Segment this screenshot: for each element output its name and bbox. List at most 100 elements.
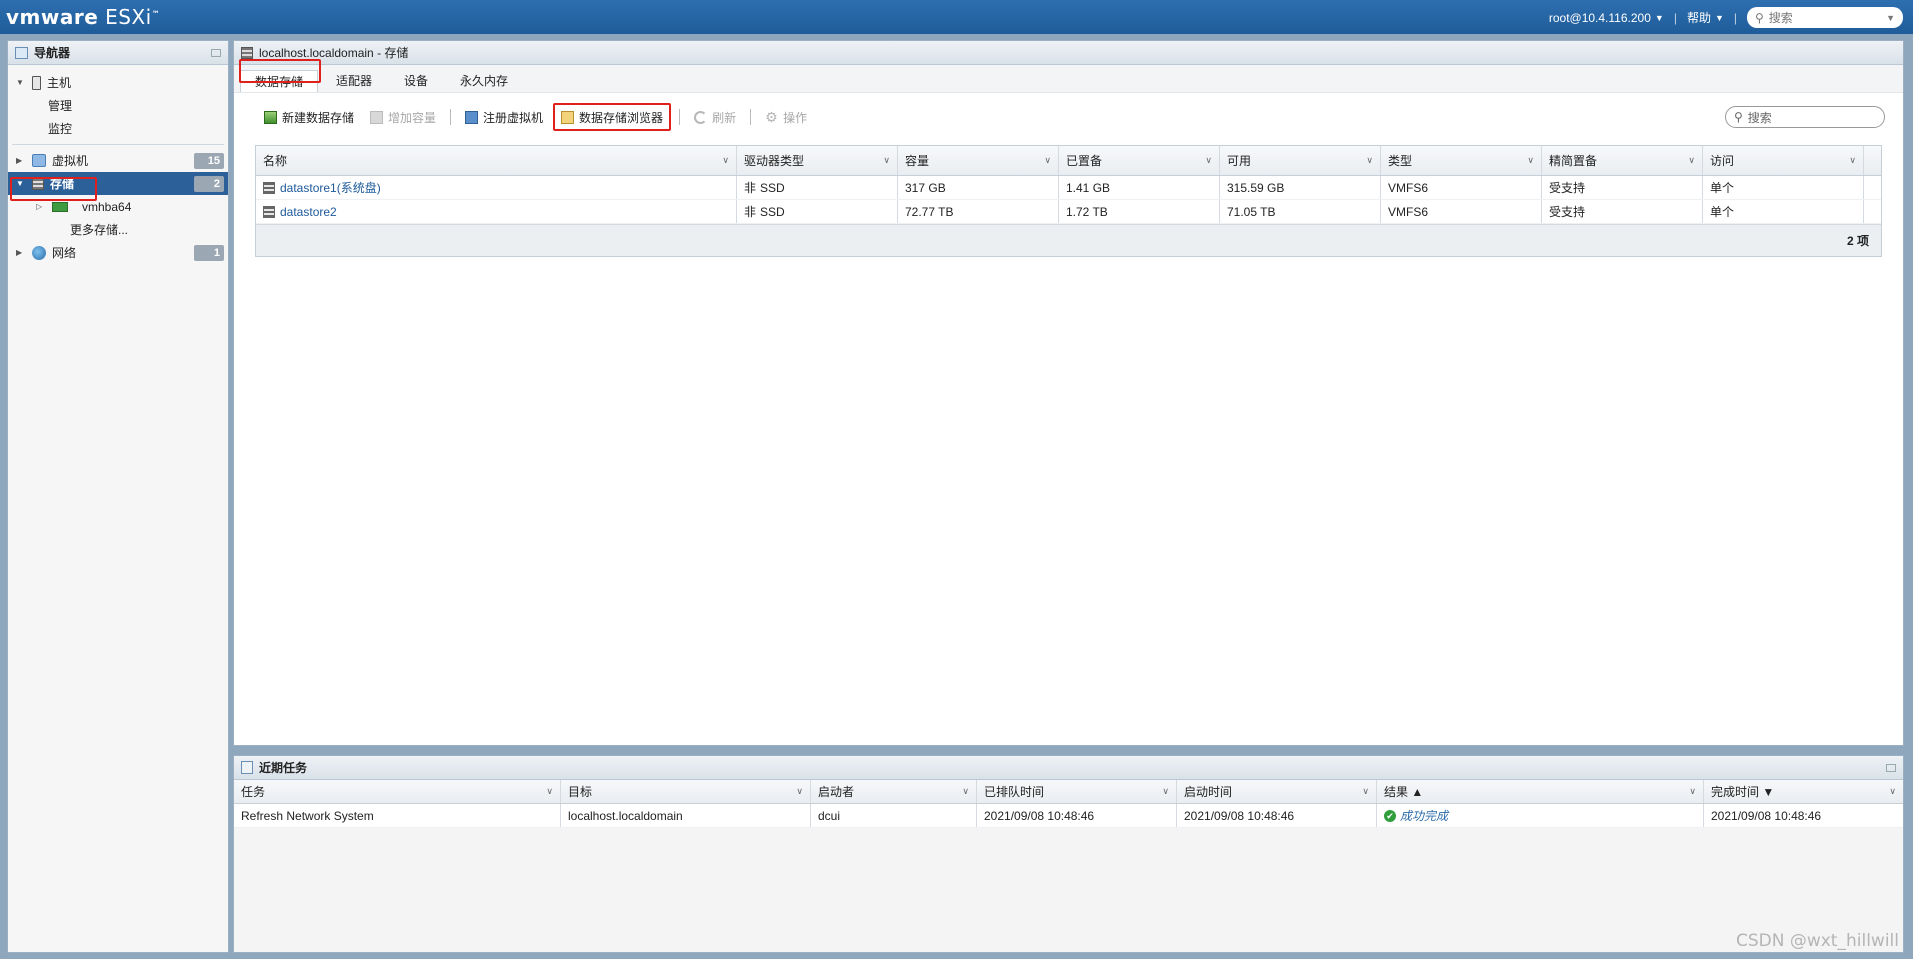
user-menu[interactable]: root@10.4.116.200 ▼ — [1549, 11, 1664, 25]
provisioned-cell: 1.72 TB — [1059, 200, 1220, 223]
collapsed-arrow-icon[interactable]: ▶ — [16, 248, 26, 257]
datastore-name-cell[interactable]: datastore1(系统盘) — [256, 176, 737, 199]
actions-button[interactable]: ⚙ 操作 — [759, 106, 813, 128]
new-datastore-button[interactable]: 新建数据存储 — [258, 106, 360, 128]
column-header-initiator[interactable]: 启动者 ∨ — [811, 780, 977, 803]
datastore-search-input[interactable]: ⚲ 搜索 — [1725, 106, 1885, 128]
divider — [12, 144, 224, 145]
chevron-down-icon[interactable]: ∨ — [1044, 155, 1051, 166]
refresh-icon — [694, 110, 708, 124]
access-cell: 单个 — [1703, 176, 1864, 199]
collapse-panel-icon[interactable] — [211, 48, 221, 57]
adapter-icon — [52, 201, 68, 212]
expanded-arrow-icon[interactable]: ▼ — [16, 179, 26, 188]
column-header-free[interactable]: 可用 ∨ — [1220, 146, 1381, 175]
chevron-down-icon[interactable]: ∨ — [722, 155, 729, 166]
chevron-down-icon[interactable]: ∨ — [1688, 155, 1695, 166]
watermark: CSDN @wxt_hillwill — [1735, 931, 1899, 951]
collapse-panel-icon[interactable] — [1886, 763, 1896, 772]
gear-icon: ⚙ — [765, 108, 778, 125]
chevron-down-icon[interactable]: ∨ — [883, 155, 890, 166]
table-row[interactable]: Refresh Network System localhost.localdo… — [234, 804, 1903, 828]
column-header-thin-provisioning[interactable]: 精简置备 ∨ — [1542, 146, 1703, 175]
ssd-icon: 非 — [744, 181, 757, 195]
separator: | — [1673, 10, 1677, 25]
table-row[interactable]: datastore2 非 SSD 72.77 TB 1.72 TB 71.05 T… — [256, 200, 1881, 224]
column-header-provisioned[interactable]: 已置备 ∨ — [1059, 146, 1220, 175]
column-header-target[interactable]: 目标 ∨ — [561, 780, 811, 803]
collapsed-arrow-icon[interactable]: ▶ — [16, 156, 26, 165]
column-header-drive-type[interactable]: 驱动器类型 ∨ — [737, 146, 898, 175]
chevron-down-icon[interactable]: ∨ — [1689, 786, 1696, 797]
register-vm-button[interactable]: 注册虚拟机 — [459, 106, 549, 128]
column-header-result[interactable]: 结果 ▲ ∨ — [1377, 780, 1704, 803]
nav-item-more-storage[interactable]: 更多存储... — [8, 218, 228, 241]
table-header: 名称 ∨ 驱动器类型 ∨ 容量 ∨ 已置备 ∨ 可用 ∨ 类型 ∨ 精简置备 ∨ 访问 ∨ — [256, 146, 1881, 176]
chevron-down-icon[interactable]: ∨ — [1366, 155, 1373, 166]
datastore-table: 名称 ∨ 驱动器类型 ∨ 容量 ∨ 已置备 ∨ 可用 ∨ 类型 ∨ 精简置备 ∨ 访问 ∨ da… — [255, 145, 1882, 257]
free-cell: 315.59 GB — [1220, 176, 1381, 199]
datastore-browser-button[interactable]: 数据存储浏览器 — [553, 103, 672, 131]
task-initiator-cell: dcui — [811, 804, 977, 827]
task-complete-cell: 2021/09/08 10:48:46 — [1711, 808, 1822, 823]
type-cell: VMFS6 — [1381, 200, 1542, 223]
table-row[interactable]: datastore1(系统盘) 非 SSD 317 GB 1.41 GB 315.… — [256, 176, 1881, 200]
separator: | — [1733, 10, 1737, 25]
capacity-cell: 72.77 TB — [898, 200, 1059, 223]
task-result-cell: ✔ 成功完成 — [1377, 804, 1704, 827]
separator — [679, 109, 681, 125]
tab-persistent-memory[interactable]: 永久内存 — [446, 70, 522, 92]
chevron-down-icon[interactable]: ∨ — [1205, 155, 1212, 166]
global-search-input[interactable]: ⚲ 搜索 ▼ — [1747, 7, 1903, 28]
chevron-down-icon[interactable]: ▼ — [1886, 13, 1895, 23]
column-header-completion-time[interactable]: 完成时间 ▼ ∨ — [1704, 780, 1903, 803]
column-header-name[interactable]: 名称 ∨ — [256, 146, 737, 175]
chevron-down-icon: ▼ — [1654, 12, 1664, 23]
chevron-down-icon[interactable]: ∨ — [1362, 786, 1369, 797]
increase-capacity-button[interactable]: 增加容量 — [364, 106, 442, 128]
column-header-capacity[interactable]: 容量 ∨ — [898, 146, 1059, 175]
collapsed-arrow-icon[interactable]: ▷ — [36, 202, 46, 211]
column-header-task[interactable]: 任务 ∨ — [234, 780, 561, 803]
chevron-down-icon: ▼ — [1714, 12, 1724, 23]
chevron-down-icon[interactable]: ∨ — [1889, 786, 1896, 797]
thin-provisioning-cell: 受支持 — [1542, 176, 1703, 199]
chevron-down-icon[interactable]: ∨ — [1849, 155, 1856, 166]
top-bar: vmware ESXi™ root@10.4.116.200 ▼ | 帮助 ▼ … — [0, 0, 1913, 34]
nav-item-storage[interactable]: ▼ 存储 2 — [8, 172, 228, 195]
chevron-down-icon[interactable]: ∨ — [796, 786, 803, 797]
tab-adapters[interactable]: 适配器 — [322, 70, 386, 92]
nav-item-vmhba64[interactable]: ▷ vmhba64 — [8, 195, 228, 218]
datastore-name-cell[interactable]: datastore2 — [256, 200, 737, 223]
task-start-cell: 2021/09/08 10:48:46 — [1177, 804, 1377, 827]
tab-datastores[interactable]: 数据存储 — [240, 70, 319, 92]
nav-item-monitor[interactable]: 监控 — [8, 117, 228, 140]
separator — [450, 109, 452, 125]
drive-type-cell: 非 SSD — [737, 200, 898, 223]
provisioned-cell: 1.41 GB — [1059, 176, 1220, 199]
chevron-down-icon[interactable]: ∨ — [962, 786, 969, 797]
column-header-type[interactable]: 类型 ∨ — [1381, 146, 1542, 175]
column-header-start-time[interactable]: 启动时间 ∨ — [1177, 780, 1377, 803]
column-header-access[interactable]: 访问 ∨ — [1703, 146, 1864, 175]
column-header-queued-time[interactable]: 已排队时间 ∨ — [977, 780, 1177, 803]
nav-item-manage[interactable]: 管理 — [8, 94, 228, 117]
nav-item-network[interactable]: ▶ 网络 1 — [8, 241, 228, 264]
main-header: localhost.localdomain - 存储 — [234, 41, 1903, 65]
tasks-table-header: 任务 ∨ 目标 ∨ 启动者 ∨ 已排队时间 ∨ 启动时间 ∨ 结果 ▲ ∨ 完成时间 ▼ ∨ — [234, 780, 1903, 804]
refresh-button[interactable]: 刷新 — [688, 106, 742, 128]
chevron-down-icon[interactable]: ∨ — [1162, 786, 1169, 797]
tab-devices[interactable]: 设备 — [390, 70, 442, 92]
main-panel: localhost.localdomain - 存储 数据存储 适配器 设备 永… — [233, 40, 1904, 746]
task-queued-cell: 2021/09/08 10:48:46 — [977, 804, 1177, 827]
chevron-down-icon[interactable]: ∨ — [546, 786, 553, 797]
expanded-arrow-icon[interactable]: ▼ — [16, 78, 26, 87]
help-menu[interactable]: 帮助 ▼ — [1687, 9, 1724, 26]
nav-item-host[interactable]: ▼ 主机 — [8, 71, 228, 94]
chevron-down-icon[interactable]: ∨ — [1527, 155, 1534, 166]
new-datastore-icon — [264, 110, 277, 124]
nav-item-vms[interactable]: ▶ 虚拟机 15 — [8, 149, 228, 172]
vmware-logo[interactable]: vmware ESXi™ — [6, 5, 160, 29]
storage-icon — [241, 46, 253, 59]
network-icon — [32, 245, 46, 260]
